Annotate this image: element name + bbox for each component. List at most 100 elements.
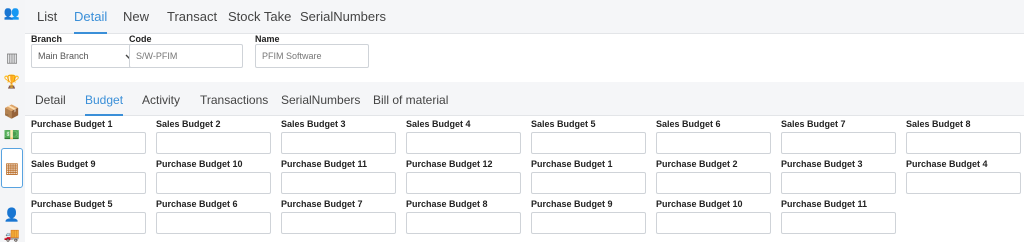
- budget-field-label: Purchase Budget 8: [406, 199, 488, 209]
- budget-input[interactable]: [31, 212, 146, 234]
- budget-field-label: Purchase Budget 4: [906, 159, 988, 169]
- budget-field-label: Sales Budget 4: [406, 119, 471, 129]
- box-icon[interactable]: 📦: [2, 102, 22, 120]
- budget-field: Purchase Budget 11: [275, 158, 396, 194]
- budget-input[interactable]: [656, 132, 771, 154]
- budget-field: Sales Budget 3: [275, 118, 396, 154]
- tab-serialnumbers[interactable]: SerialNumbers: [300, 9, 386, 34]
- budget-input[interactable]: [781, 212, 896, 234]
- budget-field-label: Purchase Budget 10: [656, 199, 743, 209]
- budget-input[interactable]: [281, 212, 396, 234]
- budget-field: Purchase Budget 7: [275, 198, 396, 234]
- branch-label: Branch: [31, 34, 63, 44]
- budget-field: Sales Budget 6: [650, 118, 771, 154]
- budget-input[interactable]: [656, 172, 771, 194]
- budget-input[interactable]: [156, 212, 271, 234]
- sidebar: 👥 ▥ 🏆 📦 💵 ▦ 👤 🚚: [0, 0, 25, 242]
- budget-field-label: Sales Budget 5: [531, 119, 596, 129]
- name-label: Name: [255, 34, 280, 44]
- budget-field-label: Purchase Budget 1: [31, 119, 113, 129]
- tab-transact[interactable]: Transact: [167, 9, 217, 34]
- subtab-activity[interactable]: Activity: [142, 93, 180, 116]
- budget-input[interactable]: [156, 172, 271, 194]
- budget-field: Purchase Budget 12: [400, 158, 521, 194]
- budget-field: Sales Budget 7: [775, 118, 896, 154]
- budget-field: Purchase Budget 4: [900, 158, 1021, 194]
- inventory-icon[interactable]: ▦: [1, 148, 23, 188]
- main-area: List Detail New Transact Stock Take Seri…: [25, 0, 1024, 242]
- budget-input[interactable]: [656, 212, 771, 234]
- budget-field: Purchase Budget 3: [775, 158, 896, 194]
- tab-stock-take[interactable]: Stock Take: [228, 9, 291, 34]
- budget-input[interactable]: [906, 132, 1021, 154]
- budget-input[interactable]: [281, 132, 396, 154]
- branch-value: Main Branch: [38, 51, 89, 61]
- budget-field: Purchase Budget 10: [650, 198, 771, 234]
- budget-input[interactable]: [31, 132, 146, 154]
- budget-field-label: Purchase Budget 2: [656, 159, 738, 169]
- budget-field-label: Sales Budget 8: [906, 119, 971, 129]
- budget-input[interactable]: [531, 132, 646, 154]
- name-value: PFIM Software: [262, 51, 322, 61]
- budget-input[interactable]: [406, 132, 521, 154]
- code-value: S/W-PFIM: [136, 51, 178, 61]
- tab-detail[interactable]: Detail: [74, 9, 108, 34]
- subtab-budget[interactable]: Budget: [85, 93, 124, 116]
- budget-input[interactable]: [156, 132, 271, 154]
- trophy-icon[interactable]: 🏆: [2, 72, 22, 90]
- budget-input[interactable]: [531, 212, 646, 234]
- budget-input[interactable]: [281, 172, 396, 194]
- delivery-icon[interactable]: 👤: [2, 205, 22, 223]
- subtab-transactions[interactable]: Transactions: [200, 93, 268, 116]
- budget-field-label: Sales Budget 7: [781, 119, 846, 129]
- budget-field-label: Sales Budget 6: [656, 119, 721, 129]
- budget-field-label: Sales Budget 9: [31, 159, 96, 169]
- budget-field: Sales Budget 4: [400, 118, 521, 154]
- budget-input[interactable]: [781, 132, 896, 154]
- budget-field: Sales Budget 5: [525, 118, 646, 154]
- budget-field: Purchase Budget 5: [25, 198, 146, 234]
- top-tab-bar: List Detail New Transact Stock Take Seri…: [25, 0, 1024, 34]
- subtab-detail[interactable]: Detail: [35, 93, 66, 116]
- budget-field-label: Purchase Budget 7: [281, 199, 363, 209]
- budget-field: Purchase Budget 1: [25, 118, 146, 154]
- budget-field-label: Purchase Budget 6: [156, 199, 238, 209]
- budget-input[interactable]: [906, 172, 1021, 194]
- budget-field: Purchase Budget 8: [400, 198, 521, 234]
- budget-field-label: Purchase Budget 12: [406, 159, 493, 169]
- columns-icon[interactable]: ▥: [2, 48, 22, 66]
- budget-grid: Purchase Budget 1 Sales Budget 2 Sales Bud…: [25, 116, 1024, 242]
- budget-input[interactable]: [531, 172, 646, 194]
- budget-field-label: Sales Budget 3: [281, 119, 346, 129]
- code-label: Code: [129, 34, 152, 44]
- budget-input[interactable]: [406, 172, 521, 194]
- tab-list[interactable]: List: [37, 9, 57, 34]
- budget-field: Purchase Budget 1: [525, 158, 646, 194]
- budget-field-label: Purchase Budget 1: [531, 159, 613, 169]
- name-field[interactable]: PFIM Software: [255, 44, 369, 68]
- budget-input[interactable]: [781, 172, 896, 194]
- subtab-serialnumbers[interactable]: SerialNumbers: [281, 93, 360, 116]
- budget-field-label: Sales Budget 2: [156, 119, 221, 129]
- code-field[interactable]: S/W-PFIM: [129, 44, 243, 68]
- subtab-bill-of-material[interactable]: Bill of material: [373, 93, 448, 116]
- budget-field-label: Purchase Budget 11: [781, 199, 868, 209]
- budget-input[interactable]: [406, 212, 521, 234]
- budget-field: Purchase Budget 9: [525, 198, 646, 234]
- budget-field-label: Purchase Budget 11: [281, 159, 368, 169]
- budget-field: Purchase Budget 2: [650, 158, 771, 194]
- branch-select[interactable]: Main Branch: [31, 44, 143, 68]
- sub-tab-bar: Detail Budget Activity Transactions Seri…: [25, 82, 1024, 116]
- budget-field-label: Purchase Budget 10: [156, 159, 243, 169]
- user-group-icon[interactable]: 👥: [2, 3, 22, 21]
- budget-field-label: Purchase Budget 5: [31, 199, 113, 209]
- item-header: Branch Main Branch Code S/W-PFIM Name PF…: [25, 34, 1024, 82]
- budget-field: Sales Budget 8: [900, 118, 1021, 154]
- budget-field: Purchase Budget 10: [150, 158, 271, 194]
- budget-input[interactable]: [31, 172, 146, 194]
- budget-field: Purchase Budget 6: [150, 198, 271, 234]
- tab-new[interactable]: New: [123, 9, 149, 34]
- truck-icon[interactable]: 🚚: [2, 225, 22, 243]
- budget-field-label: Purchase Budget 9: [531, 199, 613, 209]
- money-icon[interactable]: 💵: [2, 125, 22, 143]
